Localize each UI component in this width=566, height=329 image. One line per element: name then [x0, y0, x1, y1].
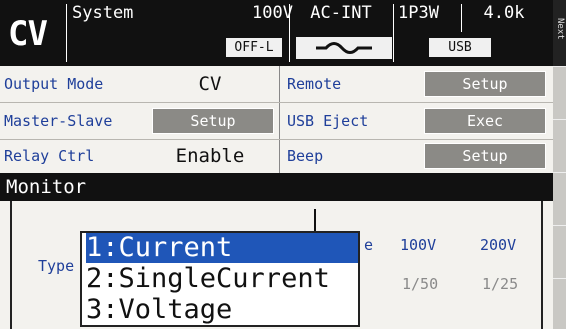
- operation-mode: CV: [8, 14, 48, 54]
- option-voltage[interactable]: 3:Voltage: [86, 295, 358, 325]
- relay-ctrl-value[interactable]: Enable: [150, 138, 270, 174]
- master-slave-label: Master-Slave: [4, 112, 113, 130]
- type-label: Type: [38, 257, 75, 275]
- status-header: CV System 100V AC-INT 1P3W 4.0k OFF-L US…: [0, 0, 553, 66]
- cursor-line: [314, 209, 316, 231]
- usb-eject-exec-button[interactable]: Exec: [424, 108, 546, 134]
- softkey-3[interactable]: [553, 172, 566, 225]
- softkey-5[interactable]: [553, 278, 566, 329]
- next-page-key[interactable]: Next: [553, 0, 566, 66]
- input-mode: AC-INT: [310, 3, 372, 23]
- ratio-100v: 1/50: [402, 275, 439, 293]
- settings-row: Relay Ctrl Enable Beep Setup: [0, 138, 553, 174]
- option-current[interactable]: 1:Current: [86, 233, 358, 263]
- output-mode-label: Output Mode: [4, 75, 104, 93]
- type-dropdown-list[interactable]: 1:Current 2:SingleCurrent 3:Voltage: [80, 231, 360, 327]
- frequency-display: 4.0k: [483, 3, 525, 23]
- ac-waveform-icon: [296, 37, 392, 59]
- ratio-200v: 1/25: [482, 275, 519, 293]
- usb-badge: USB: [429, 38, 491, 57]
- option-single-current[interactable]: 2:SingleCurrent: [86, 264, 358, 294]
- header-divider: [66, 4, 67, 62]
- softkey-1[interactable]: [553, 66, 566, 119]
- softkey-2[interactable]: [553, 119, 566, 172]
- usb-eject-label: USB Eject: [287, 112, 369, 130]
- relay-ctrl-label: Relay Ctrl: [4, 147, 95, 165]
- remote-setup-button[interactable]: Setup: [424, 71, 546, 97]
- beep-label: Beep: [287, 147, 324, 165]
- remote-label: Remote: [287, 75, 342, 93]
- column-200v: 200V: [480, 236, 517, 254]
- phase-mode: 1P3W: [398, 3, 439, 23]
- header-divider: [461, 4, 462, 32]
- output-status-badge: OFF-L: [226, 38, 282, 57]
- header-divider: [393, 4, 394, 62]
- monitor-title: Monitor: [0, 173, 553, 201]
- settings-row: Master-Slave Setup USB Eject Exec: [0, 103, 553, 139]
- next-label: Next: [555, 18, 565, 40]
- voltage-range: 100V: [252, 3, 293, 23]
- beep-setup-button[interactable]: Setup: [424, 143, 546, 169]
- softkey-4[interactable]: [553, 225, 566, 278]
- column-100v: 100V: [400, 236, 437, 254]
- output-mode-value[interactable]: CV: [150, 66, 270, 102]
- settings-row: Output Mode CV Remote Setup: [0, 66, 553, 102]
- menu-title: System: [72, 3, 134, 23]
- partial-label: e: [364, 236, 374, 254]
- master-slave-setup-button[interactable]: Setup: [152, 108, 274, 134]
